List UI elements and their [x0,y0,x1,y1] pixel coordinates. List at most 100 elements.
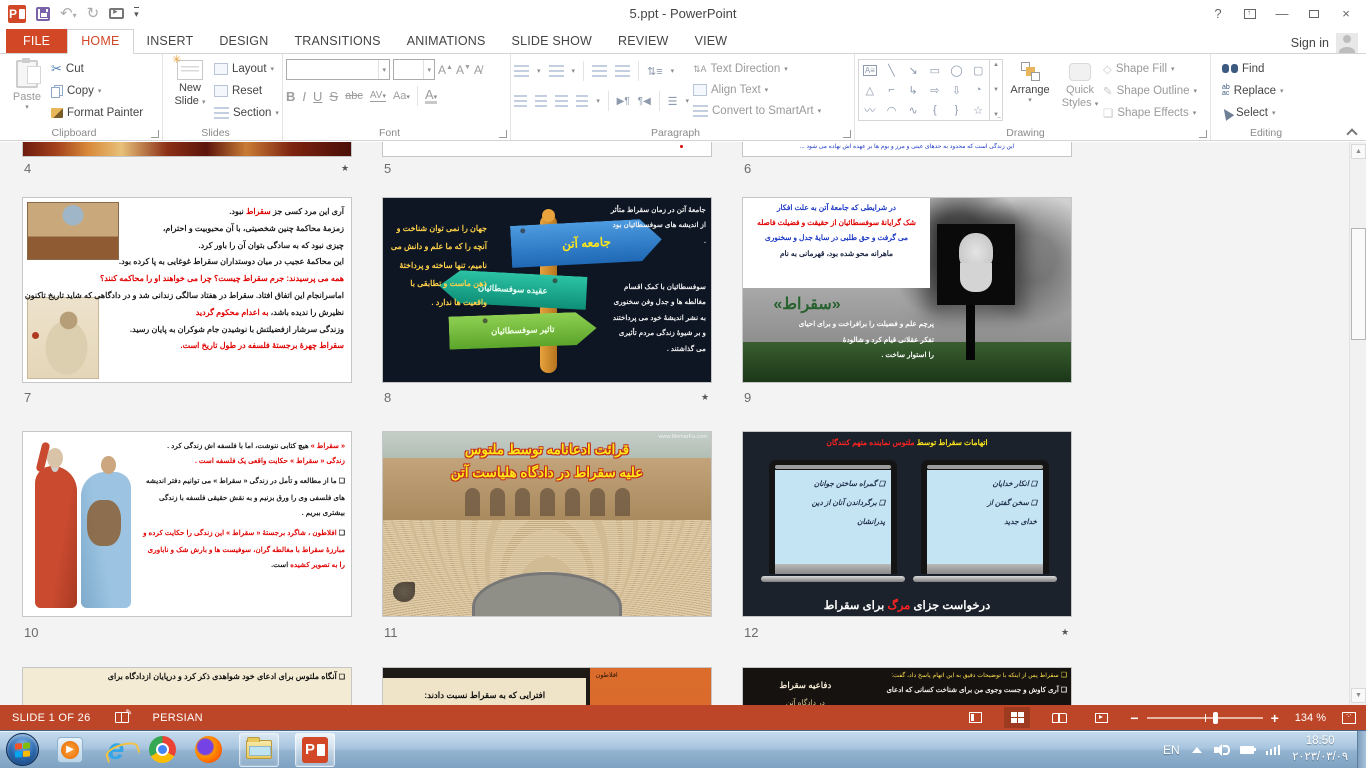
replace-button[interactable]: abacReplace▾ [1222,82,1318,100]
zoom-slider[interactable] [1147,717,1263,719]
ribbon-display-options-button[interactable] [1236,3,1264,25]
start-slideshow-icon[interactable] [109,8,124,19]
customize-qat-button[interactable]: ▾ [134,7,139,20]
underline-button[interactable]: U [313,89,322,104]
slide-15-thumbnail[interactable]: دفاعیه سقراط در دادگاه آتن سقراط پس از ا… [742,667,1072,705]
spell-check-icon[interactable] [115,712,129,723]
slide-11-thumbnail[interactable]: قرائت ادعانامه توسط ملتوس علیه سقراط در … [382,431,712,617]
pie-shape[interactable]: ◔ [975,84,982,96]
layout-button[interactable]: Layout▾ [214,60,279,78]
quick-styles-button[interactable]: Quick Styles ▾ [1057,57,1103,109]
bullets-button[interactable] [514,65,529,77]
show-desktop-button[interactable] [1357,731,1366,768]
zoom-level[interactable]: 134 % [1295,712,1326,724]
volume-icon[interactable] [1214,744,1228,756]
oval-shape[interactable]: ◯ [950,64,962,77]
close-button[interactable]: × [1332,3,1360,25]
save-icon[interactable] [36,7,50,21]
tab-home[interactable]: HOME [67,29,133,54]
slide-14-thumbnail[interactable]: افترایی که به سقراط نسبت دادند: افلاطون [382,667,712,705]
left-brace-shape[interactable]: { [933,104,937,116]
tab-animations[interactable]: ANIMATIONS [394,30,499,53]
shape-gallery-scrollbar[interactable]: ▲▼▼̲ [990,59,1003,121]
ltr-direction-button[interactable]: ▶¶ [617,96,630,107]
slide-4-thumbnail[interactable] [22,142,352,157]
align-center-button[interactable] [535,95,548,107]
minimize-button[interactable]: — [1268,3,1296,25]
media-player-taskbar-icon[interactable]: ▶ [55,735,85,765]
copy-button[interactable]: Copy▾ [51,82,143,100]
font-dialog-launcher[interactable] [499,130,507,138]
clipboard-dialog-launcher[interactable] [151,130,159,138]
normal-view-button[interactable] [962,707,988,728]
convert-to-smartart-button[interactable]: Convert to SmartArt▾ [693,102,821,120]
fit-slide-to-window-button[interactable] [1342,712,1356,724]
slideshow-view-button[interactable] [1088,707,1114,728]
arrow-shape[interactable]: ↘ [909,64,918,77]
reading-view-button[interactable] [1046,707,1072,728]
columns-button[interactable]: ☰ [668,95,678,108]
arc-shape[interactable]: ◠ [887,104,897,117]
restore-button[interactable] [1300,3,1328,25]
cut-button[interactable]: ✂Cut [51,60,143,78]
file-explorer-taskbar-button[interactable] [239,733,279,767]
slide-10-thumbnail[interactable]: « سقراط » هیچ کتابی ننوشت، اما با فلسفه … [22,431,352,617]
start-button[interactable] [6,733,39,766]
scroll-up-button[interactable]: ▲ [1351,144,1366,159]
decrease-font-size-button[interactable]: A▼ [456,63,471,77]
arrange-button[interactable]: Arrange ▾ [1003,57,1057,105]
zoom-out-button[interactable]: − [1130,711,1138,725]
align-text-button[interactable]: Align Text▾ [693,81,821,99]
help-button[interactable]: ? [1204,3,1232,25]
show-hidden-icons-button[interactable] [1192,747,1202,753]
slide-9-thumbnail[interactable]: در شرایطی که جامعهٔ آتن به علت افکار شک … [742,197,1072,383]
tab-review[interactable]: REVIEW [605,30,682,53]
language-indicator[interactable]: PERSIAN [153,712,203,724]
find-button[interactable]: Find [1222,60,1318,78]
slide-12-thumbnail[interactable]: اتهامات سقراط توسط ملتوس نماینده متهم کن… [742,431,1072,617]
slide-8-thumbnail[interactable]: جامعه آتن عقیده سوفسطائیان تاثیر سوفسطائ… [382,197,712,383]
font-size-combobox[interactable]: ▾ [393,59,435,80]
paragraph-dialog-launcher[interactable] [843,130,851,138]
slide-5-thumbnail[interactable] [382,142,712,157]
undo-button[interactable]: ↶▾ [60,5,77,23]
drawing-dialog-launcher[interactable] [1199,130,1207,138]
line-spacing-button[interactable]: ⇅≡ [647,65,663,78]
shape-outline-button[interactable]: ✎Shape Outline▾ [1103,82,1197,100]
bold-button[interactable]: B [286,89,295,104]
clock[interactable]: 18:50 ۲۰۲۳/۰۳/۰۹ [1292,734,1348,765]
redo-icon[interactable]: ↻ [87,6,100,21]
zoom-in-button[interactable]: + [1271,711,1279,725]
slide-13-thumbnail[interactable]: آنگاه ملتوس برای ادعای خود شواهدی ذکر کر… [22,667,352,705]
tab-insert[interactable]: INSERT [134,30,207,53]
slide-sorter-view-button[interactable] [1004,707,1030,728]
vertical-scrollbar[interactable]: ▲ ▼ [1349,142,1366,705]
tab-transitions[interactable]: TRANSITIONS [281,30,393,53]
strikethrough-button[interactable]: abc [345,90,363,102]
line-shape[interactable]: ╲ [888,64,895,77]
justify-button[interactable] [576,95,589,107]
tab-view[interactable]: VIEW [682,30,741,53]
increase-font-size-button[interactable]: A▲ [438,63,453,77]
slide-6-thumbnail[interactable]: این زندگی است که محدود به حدهای عینی و م… [742,142,1072,157]
shape-gallery[interactable]: A≡ ╲ ↘ ▭ ◯ ▢ △ ⌐ ↳ ⇨ ⇩ ◔ 〰 ◠ ∿ { } [858,59,990,121]
down-arrow-shape[interactable]: ⇩ [952,84,961,97]
tab-slideshow[interactable]: SLIDE SHOW [499,30,606,53]
decrease-indent-button[interactable] [592,65,607,77]
format-painter-button[interactable]: Format Painter [51,104,143,122]
clear-formatting-button[interactable]: A̸ [474,63,482,77]
firefox-taskbar-icon[interactable] [193,735,223,765]
increase-indent-button[interactable] [615,65,630,77]
right-arrow-shape[interactable]: ⇨ [930,84,939,97]
scroll-down-button[interactable]: ▼ [1351,688,1366,703]
slide-7-thumbnail[interactable]: آری این مرد کسی جز سقراط نبود. زمزمهٔ مح… [22,197,352,383]
scribble-shape[interactable]: 〰 [864,102,875,118]
star-shape[interactable]: ☆ [973,104,983,117]
chrome-taskbar-icon[interactable] [147,735,177,765]
powerpoint-taskbar-button[interactable]: P [295,733,335,767]
new-slide-button[interactable]: New Slide ▾ [166,57,214,125]
tab-file[interactable]: FILE [6,29,67,53]
numbering-button[interactable] [549,65,564,77]
align-left-button[interactable] [514,95,527,107]
curve-shape[interactable]: ∿ [909,104,918,117]
